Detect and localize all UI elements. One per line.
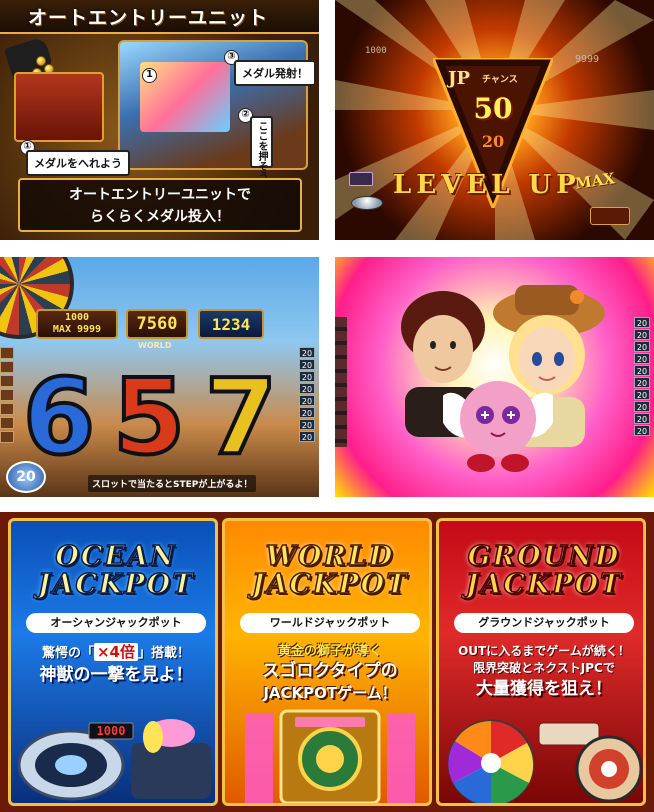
logo-line-1: WORLD xyxy=(265,541,395,572)
desc-line-3: 大量獲得を狙え！ xyxy=(476,679,612,699)
level-icon xyxy=(349,172,373,186)
level-up-panel: 1000 9999 JP チャンス 50 20 LEVEL UP MAX xyxy=(335,0,654,240)
left-strip xyxy=(335,317,347,447)
side-value: 20 xyxy=(299,395,315,406)
side-value: 20 xyxy=(634,341,650,352)
ocean-jackpot-description: 驚愕の「 ×4倍 」搭載！ 神獣の一撃を見よ！ xyxy=(17,643,215,687)
world-jackpot-card: WORLD JACKPOT ワールドジャックポット 黄金の獅子が導く スゴロクタ… xyxy=(222,518,432,806)
desc-line-1: 黄金の獅子が導く xyxy=(277,644,382,659)
ocean-jackpot-logo: OCEAN JACKPOT xyxy=(21,541,211,600)
jackpot-banner: OCEAN JACKPOT オーシャンジャックポット 驚愕の「 ×4倍 」搭載！ 神… xyxy=(0,512,654,812)
desc-pre: 驚愕の「 xyxy=(41,646,94,661)
step-counter-badge: 20 xyxy=(6,461,46,493)
ocean-machine-counter: 1000 xyxy=(97,724,126,738)
ocean-jackpot-card: OCEAN JACKPOT オーシャンジャックポット 驚愕の「 ×4倍 」搭載！ 神… xyxy=(8,518,218,806)
multiplier-badge: ×4倍 xyxy=(93,643,138,661)
side-value: 20 xyxy=(634,329,650,340)
side-value: 20 xyxy=(299,347,315,358)
top-right-counter: 9999 xyxy=(575,54,600,65)
reel-3-digit: 7 xyxy=(203,356,279,478)
mascot-character-image xyxy=(443,381,553,472)
ground-jackpot-card: GROUND JACKPOT グラウンドジャックポット OUTに入るまでゲームが… xyxy=(436,518,646,806)
ground-machine-image xyxy=(447,719,643,803)
side-value: 20 xyxy=(299,419,315,430)
logo-line-2: JACKPOT xyxy=(251,569,409,600)
side-value: 20 xyxy=(299,407,315,418)
auto-entry-title: オートエントリーユニット xyxy=(28,6,269,29)
counter-right-value: 1234 xyxy=(211,314,251,334)
desc-line-2: 限界突破とネクストJPCで xyxy=(473,661,615,675)
counter-right-panel: 1234 xyxy=(198,309,264,339)
desc-line-2: スゴロクタイプの xyxy=(262,661,398,681)
jp-label: JP xyxy=(448,68,471,89)
jp-value: 50 xyxy=(473,92,513,125)
reel-1-digit: 6 xyxy=(21,356,97,478)
auto-entry-panel: オートエントリーユニット 1 ① メダルをへれよう ③ メダル発射！ ② ここを… xyxy=(0,0,319,240)
desc-post: 」搭載！ xyxy=(138,646,191,661)
auto-entry-unit-image xyxy=(14,72,104,142)
ground-jackpot-logo: GROUND JACKPOT xyxy=(449,541,639,600)
side-value: 20 xyxy=(634,353,650,364)
side-value: 20 xyxy=(634,389,650,400)
logo-line-1: GROUND xyxy=(467,541,621,572)
side-value: 20 xyxy=(634,425,650,436)
desc-line-3: JACKPOTゲーム！ xyxy=(263,684,397,702)
counter-center-panel: 7560 xyxy=(126,309,188,339)
auto-entry-title-bar: オートエントリーユニット xyxy=(0,0,319,34)
jp-next-value: 20 xyxy=(481,132,505,151)
side-value: 20 xyxy=(299,383,315,394)
side-value: 20 xyxy=(634,413,650,424)
side-value: 20 xyxy=(634,365,650,376)
right-indicator-column: 20 20 20 20 20 20 20 20 xyxy=(299,347,315,443)
bottom-tag xyxy=(590,207,630,225)
desc-line-1: 驚愕の「 ×4倍 」搭載！ xyxy=(17,643,215,663)
counter-center-value: 7560 xyxy=(136,314,178,334)
caption-line-1: オートエントリーユニットで xyxy=(69,187,251,203)
callout-insert-medal: メダルをへれよう xyxy=(26,150,130,176)
world-jackpot-description: 黄金の獅子が導く スゴロクタイプの JACKPOTゲーム！ xyxy=(231,643,429,704)
ground-jackpot-description: OUTに入るまでゲームが続く！ 限界突破とネクストJPCで 大量獲得を狙え！ xyxy=(445,643,643,701)
logo-line-2: JACKPOT xyxy=(465,569,623,600)
machine-badge: 1 xyxy=(142,68,157,83)
counter-left-panel: 1000 MAX 9999 xyxy=(36,309,118,339)
ocean-machine-image: 1000 xyxy=(17,719,211,801)
world-machine-image xyxy=(245,709,415,803)
ocean-jackpot-subtitle: オーシャンジャックポット xyxy=(26,613,206,633)
counter-center-label: WORLD xyxy=(138,341,172,350)
auto-entry-caption: オートエントリーユニットで らくらくメダル投入！ xyxy=(18,178,302,232)
logo-line-1: OCEAN xyxy=(55,541,177,572)
world-jackpot-subtitle: ワールドジャックポット xyxy=(240,613,420,633)
world-jackpot-logo: WORLD JACKPOT xyxy=(235,541,425,600)
callout-press-here: ここを押そう xyxy=(250,116,273,181)
top-left-counter: 1000 xyxy=(365,46,387,56)
counter-left-max: MAX 9999 xyxy=(52,324,102,335)
logo-line-2: JACKPOT xyxy=(37,569,195,600)
left-indicator-column xyxy=(0,347,14,445)
side-value: 20 xyxy=(634,317,650,328)
slot-panel: 1000 MAX 9999 7560 WORLD 1234 20 20 20 2… xyxy=(0,257,319,497)
slot-hint-text: スロットで当たるとSTEPが上がるよ！ xyxy=(88,475,257,492)
step-counter-value: 20 xyxy=(16,469,36,485)
level-up-text: LEVEL UP xyxy=(393,170,581,200)
side-value: 20 xyxy=(299,431,315,442)
character-panel: 20 20 20 20 20 20 20 20 20 20 xyxy=(335,257,654,497)
caption-line-2: らくらくメダル投入！ xyxy=(90,209,230,225)
push-button-icon xyxy=(351,196,383,210)
reel-2-digit: 5 xyxy=(111,356,187,478)
desc-line-2: 神獣の一撃を見よ！ xyxy=(39,665,193,685)
right-indicator-column: 20 20 20 20 20 20 20 20 20 20 xyxy=(634,317,650,437)
ground-jackpot-subtitle: グラウンドジャックポット xyxy=(454,613,634,633)
counter-left-value: 1000 xyxy=(64,312,90,323)
side-value: 20 xyxy=(634,401,650,412)
chance-label: チャンス xyxy=(482,75,518,85)
side-value: 20 xyxy=(299,371,315,382)
side-value: 20 xyxy=(299,359,315,370)
desc-line-1: OUTに入るまでゲームが続く！ xyxy=(458,644,630,658)
side-value: 20 xyxy=(634,377,650,388)
callout-medal-fire: メダル発射！ xyxy=(234,60,316,86)
